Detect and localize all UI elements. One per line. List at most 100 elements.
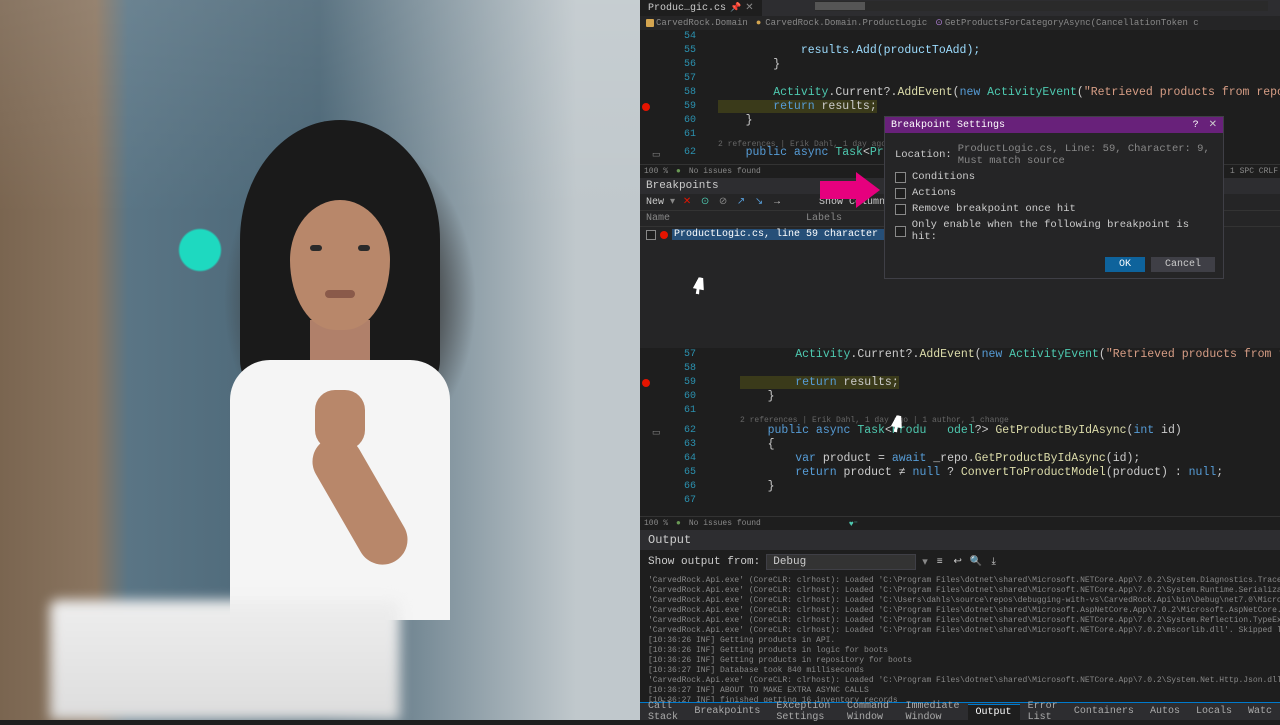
bottom-tab-exception-settings[interactable]: Exception Settings — [768, 699, 839, 725]
health-icon: ♥⁻ — [849, 519, 858, 529]
close-icon[interactable]: ✕ — [745, 2, 753, 14]
line-number: 54 — [668, 30, 696, 44]
line-number: 56 — [668, 58, 696, 72]
bottom-tab-breakpoints[interactable]: Breakpoints — [686, 704, 768, 719]
bottom-tab-immediate-window[interactable]: Immediate Window — [898, 699, 968, 725]
line-number: 59 — [668, 100, 696, 114]
cancel-button[interactable]: Cancel — [1151, 257, 1215, 272]
enable-all-icon[interactable]: ⊙ — [699, 196, 711, 208]
bottom-tab-command-window[interactable]: Command Window — [839, 699, 898, 725]
pin-icon[interactable]: 📌 — [730, 3, 741, 13]
code-line: return product ≠ null ? ConvertToProduct… — [740, 466, 1280, 480]
output-text[interactable]: 'CarvedRock.Api.exe' (CoreCLR: clrhost):… — [640, 574, 1280, 718]
checkbox-actions[interactable] — [895, 188, 906, 199]
breadcrumb-class[interactable]: ●CarvedRock.Domain.ProductLogic — [756, 18, 927, 28]
clear-icon[interactable]: ≡ — [934, 556, 946, 568]
issues-text: No issues found — [689, 519, 761, 528]
bottom-tab-autos[interactable]: Autos — [1142, 704, 1188, 719]
bottom-tool-tabs: Call StackBreakpointsException SettingsC… — [640, 702, 1280, 720]
breadcrumb-method[interactable]: ⊙GetProductsForCategoryAsync(Cancellatio… — [935, 18, 1198, 28]
location-label: Location: — [895, 149, 952, 161]
editor-status-bar-2: 100 % ● No issues found ♥⁻ — [640, 516, 1280, 530]
line-number: 58 — [668, 86, 696, 100]
line-number: 62 — [668, 146, 696, 160]
disable-all-icon[interactable]: ⊘ — [717, 196, 729, 208]
code-line: return results; — [718, 100, 1280, 114]
checkbox-conditions[interactable] — [895, 172, 906, 183]
project-icon — [646, 19, 654, 27]
panel-title: Output — [640, 530, 1280, 550]
tab-label: Produc…gic.cs — [648, 3, 726, 14]
line-number: 60 — [668, 114, 696, 128]
breakpoint-icon[interactable] — [642, 379, 650, 387]
opt-remove: Remove breakpoint once hit — [912, 203, 1076, 215]
opt-actions: Actions — [912, 187, 956, 199]
checkbox[interactable] — [646, 230, 656, 240]
code-line: } — [740, 480, 1280, 494]
toggle-wrap-icon[interactable]: ↩ — [952, 556, 964, 568]
code-editor-bottom[interactable]: 57 Activity.Current?.AddEvent(new Activi… — [640, 348, 1280, 516]
line-number: 61 — [668, 404, 696, 418]
line-number: 55 — [668, 44, 696, 58]
code-line: } — [718, 58, 1280, 72]
breadcrumb-namespace[interactable]: CarvedRock.Domain — [646, 18, 748, 28]
checkbox-only-enable-when[interactable] — [895, 226, 906, 237]
breakpoint-icon — [660, 231, 668, 239]
zoom-level[interactable]: 100 % — [644, 167, 668, 176]
import-icon[interactable]: ↘ — [753, 196, 765, 208]
ok-icon: ● — [676, 519, 681, 528]
code-line: { — [740, 438, 1280, 452]
col-name[interactable]: Name — [646, 213, 806, 224]
line-number: 60 — [668, 390, 696, 404]
bottom-tab-containers[interactable]: Containers — [1066, 704, 1142, 719]
file-tab-productlogic[interactable]: Produc…gic.cs 📌 ✕ — [640, 0, 762, 16]
breakpoint-icon[interactable] — [642, 103, 650, 111]
line-number: 57 — [668, 72, 696, 86]
dialog-titlebar[interactable]: Breakpoint Settings ?✕ — [885, 117, 1223, 133]
ok-button[interactable]: OK — [1105, 257, 1145, 272]
bottom-tab-watc[interactable]: Watc — [1240, 704, 1280, 719]
bottom-tab-locals[interactable]: Locals — [1188, 704, 1240, 719]
lock-scroll-icon[interactable]: ⤓ — [988, 556, 1000, 568]
method-icon: ⊙ — [935, 18, 943, 28]
output-panel: Output Show output from: Debug ▾ ≡ ↩ 🔍 ⤓… — [640, 530, 1280, 718]
new-breakpoint-button[interactable]: New — [646, 197, 664, 208]
code-line: public async Task<Produ odel?> GetProduc… — [740, 424, 1280, 438]
delete-icon[interactable]: ✕ — [681, 196, 693, 208]
line-number: 62 — [668, 424, 696, 438]
mouse-cursor-icon — [892, 416, 906, 436]
zoom-level[interactable]: 100 % — [644, 519, 668, 528]
code-line: var product = await _repo.GetProductById… — [740, 452, 1280, 466]
help-icon[interactable]: ? — [1193, 120, 1199, 131]
find-icon[interactable]: 🔍 — [970, 556, 982, 568]
code-line: return results; — [740, 376, 1280, 390]
location-value: ProductLogic.cs, Line: 59, Character: 9,… — [958, 143, 1213, 167]
code-line: Activity.Current?.AddEvent(new ActivityE… — [718, 86, 1280, 100]
nav-breadcrumb: CarvedRock.Domain ●CarvedRock.Domain.Pro… — [640, 16, 1280, 30]
bottom-tab-error-list[interactable]: Error List — [1020, 699, 1066, 725]
export-icon[interactable]: ↗ — [735, 196, 747, 208]
code-line: Activity.Current?.AddEvent(new ActivityE… — [740, 348, 1280, 362]
line-number: 67 — [668, 494, 696, 508]
dirty-indicator-icon: ● — [756, 18, 761, 28]
bottom-tab-call-stack[interactable]: Call Stack — [640, 699, 686, 725]
code-line: results.Add(productToAdd); — [718, 44, 1280, 58]
bottom-tab-output[interactable]: Output — [968, 704, 1020, 720]
checkbox-remove-once-hit[interactable] — [895, 204, 906, 215]
method-glyph-icon: ▭ — [652, 426, 662, 436]
line-number: 64 — [668, 452, 696, 466]
close-icon[interactable]: ✕ — [1209, 120, 1217, 131]
horizontal-scrollbar[interactable] — [815, 1, 1268, 11]
code-line: } — [740, 390, 1280, 404]
col-labels[interactable]: Labels — [806, 213, 842, 224]
line-number: 63 — [668, 438, 696, 452]
line-number: 61 — [668, 128, 696, 142]
breakpoint-settings-dialog: Breakpoint Settings ?✕ Location:ProductL… — [884, 116, 1224, 279]
line-number: 66 — [668, 480, 696, 494]
output-toolbar: Show output from: Debug ▾ ≡ ↩ 🔍 ⤓ — [640, 550, 1280, 574]
ok-icon: ● — [676, 167, 681, 176]
output-source-label: Show output from: — [648, 556, 760, 568]
line-number: 59 — [668, 376, 696, 390]
output-source-select[interactable]: Debug — [766, 554, 916, 570]
goto-icon[interactable]: → — [771, 196, 783, 208]
